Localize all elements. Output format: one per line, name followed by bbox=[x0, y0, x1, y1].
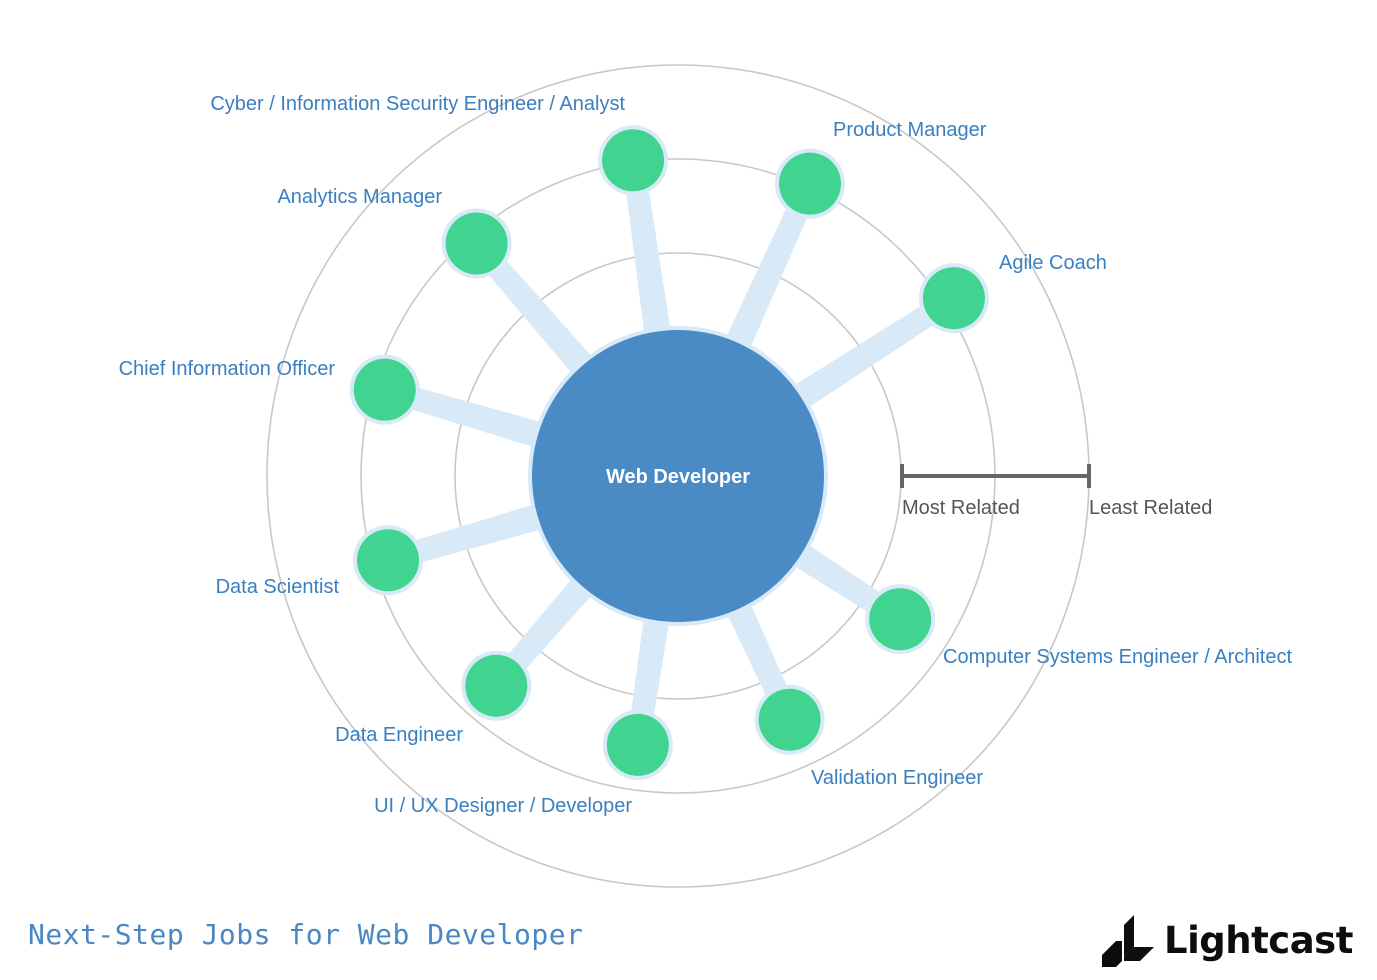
job-node-label[interactable]: Data Engineer bbox=[335, 724, 463, 746]
job-node-circle[interactable] bbox=[869, 588, 932, 651]
job-node-label[interactable]: Data Scientist bbox=[216, 576, 340, 598]
legend-most-related-label: Most Related bbox=[902, 497, 1020, 519]
job-node[interactable]: Cyber / Information Security Engineer / … bbox=[210, 93, 669, 196]
brand-logo: Lightcast bbox=[1102, 912, 1353, 968]
lightcast-logo-icon bbox=[1102, 915, 1154, 967]
job-node-circle[interactable] bbox=[602, 129, 665, 192]
job-node-circle[interactable] bbox=[357, 529, 420, 592]
job-node[interactable]: Analytics Manager bbox=[277, 186, 512, 279]
chart-title: Next-Step Jobs for Web Developer bbox=[28, 918, 584, 951]
job-node-circle[interactable] bbox=[353, 358, 416, 421]
job-node-label[interactable]: UI / UX Designer / Developer bbox=[374, 795, 632, 817]
center-node-label: Web Developer bbox=[606, 466, 750, 488]
job-node-label[interactable]: Analytics Manager bbox=[277, 186, 442, 208]
job-node-circle[interactable] bbox=[445, 212, 508, 275]
job-node-circle[interactable] bbox=[758, 688, 821, 751]
job-node-circle[interactable] bbox=[922, 267, 985, 330]
legend-least-related-label: Least Related bbox=[1089, 497, 1212, 519]
job-node[interactable]: Product Manager bbox=[774, 119, 987, 219]
job-node[interactable]: Data Scientist bbox=[216, 525, 424, 598]
brand-name: Lightcast bbox=[1164, 918, 1353, 962]
job-node[interactable]: Data Engineer bbox=[335, 650, 532, 746]
job-node-label[interactable]: Chief Information Officer bbox=[119, 358, 336, 380]
job-node-label[interactable]: Cyber / Information Security Engineer / … bbox=[210, 93, 625, 115]
job-node[interactable]: Chief Information Officer bbox=[119, 354, 420, 425]
job-node-circle[interactable] bbox=[778, 152, 841, 215]
job-node[interactable]: Computer Systems Engineer / Architect bbox=[865, 584, 1292, 668]
career-network-diagram: Web Developer Cyber / Information Securi… bbox=[119, 64, 1292, 888]
job-node-label[interactable]: Computer Systems Engineer / Architect bbox=[943, 646, 1292, 668]
job-node-circle[interactable] bbox=[465, 654, 528, 717]
job-node-circle[interactable] bbox=[606, 713, 669, 776]
job-node[interactable]: Agile Coach bbox=[918, 252, 1107, 334]
job-node-label[interactable]: Validation Engineer bbox=[811, 767, 983, 789]
job-node-label[interactable]: Agile Coach bbox=[999, 252, 1107, 274]
job-node-label[interactable]: Product Manager bbox=[833, 119, 987, 141]
relatedness-legend: Most Related Least Related bbox=[900, 464, 1212, 519]
center-node[interactable]: Web Developer bbox=[528, 326, 828, 626]
